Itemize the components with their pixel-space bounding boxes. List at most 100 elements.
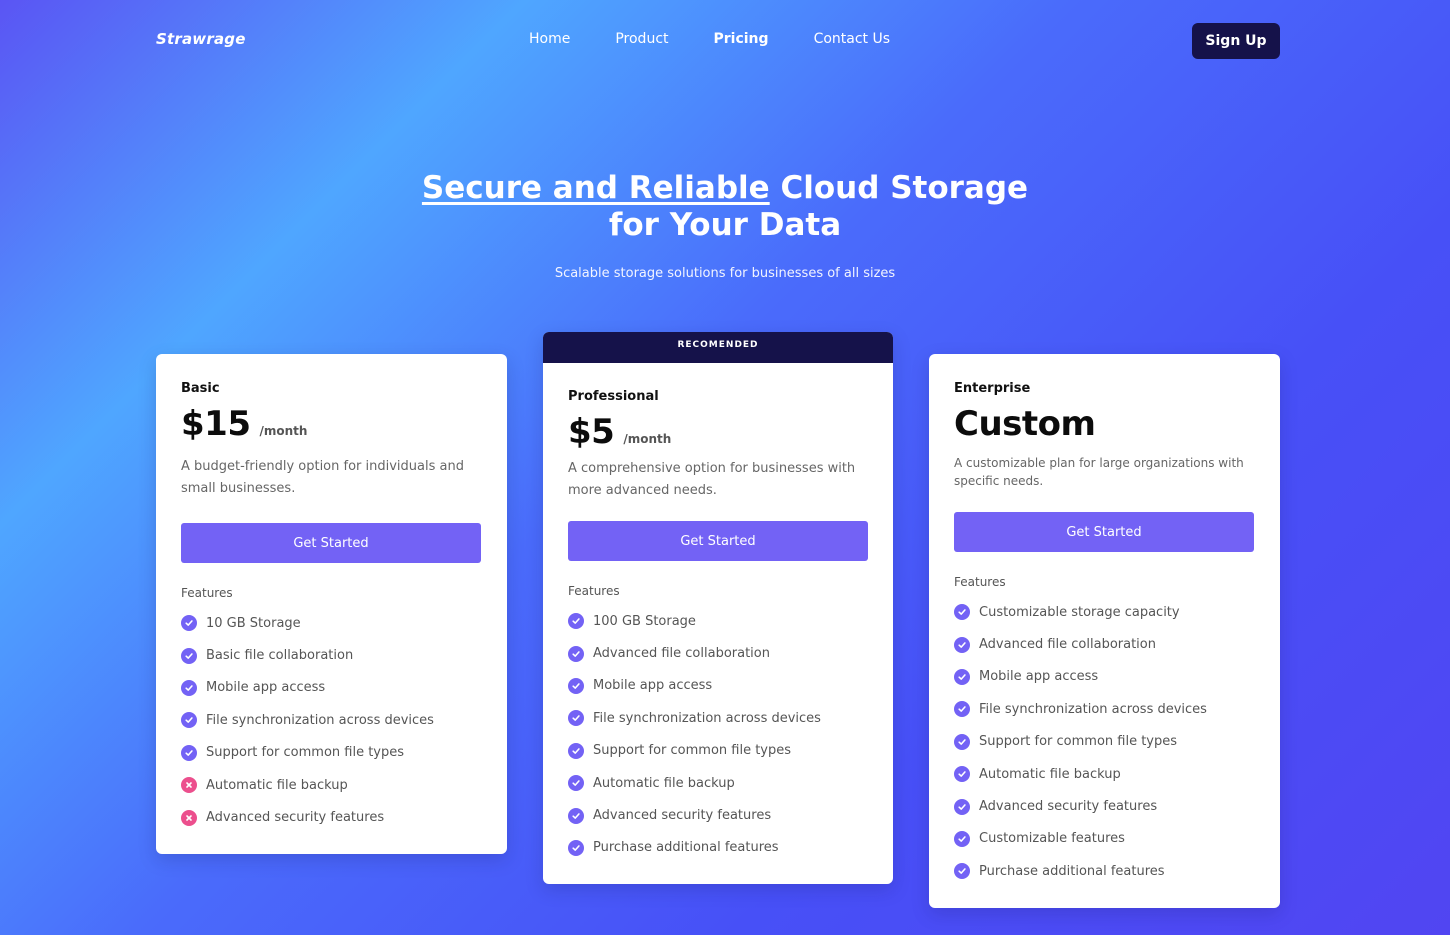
feature-item: Basic file collaboration: [181, 639, 482, 671]
price-row: Custom: [954, 404, 1255, 444]
page-subtitle: Scalable storage solutions for businesse…: [554, 266, 896, 281]
feature-label: Advanced security features: [206, 810, 385, 826]
plan-name: Enterprise: [954, 381, 1031, 396]
feature-item: Support for common file types: [954, 726, 1255, 758]
plan-name: Basic: [181, 381, 220, 396]
check-icon: [954, 636, 970, 653]
feature-item: Customizable features: [954, 823, 1255, 855]
top-nav: Strawrage Home Product Pricing Contact U…: [0, 0, 1450, 82]
get-started-button-enterprise[interactable]: Get Started: [954, 512, 1254, 552]
feature-list-professional: 100 GB Storage Advanced file collaboratio…: [568, 605, 868, 864]
feature-item: Automatic file backup: [568, 767, 868, 799]
price-row: $15 /month: [181, 404, 482, 444]
feature-label: Advanced security features: [593, 808, 772, 824]
feature-label: Automatic file backup: [206, 777, 348, 793]
get-started-button-professional[interactable]: Get Started: [568, 521, 868, 561]
check-icon: [568, 807, 584, 824]
brand-logo[interactable]: Strawrage: [156, 30, 246, 48]
price-row: $5 /month: [568, 412, 868, 452]
feature-label: 100 GB Storage: [593, 613, 696, 629]
feature-label: Customizable features: [979, 831, 1125, 847]
price-period: /month: [259, 424, 308, 438]
plan-price: $5: [568, 412, 615, 452]
check-icon: [181, 615, 197, 632]
get-started-button-basic[interactable]: Get Started: [181, 523, 481, 563]
feature-item: Automatic file backup: [181, 769, 482, 801]
cross-icon: [181, 777, 197, 794]
feature-label: Mobile app access: [979, 669, 1099, 685]
plan-description: A comprehensive option for businesses wi…: [568, 461, 856, 498]
feature-label: Purchase additional features: [979, 863, 1165, 879]
feature-label: Advanced file collaboration: [593, 646, 770, 662]
hero-section: Secure and Reliable Cloud Storage for Yo…: [0, 170, 1450, 281]
check-icon: [568, 677, 584, 694]
feature-item: Customizable storage capacity: [954, 596, 1255, 628]
check-icon: [181, 744, 197, 761]
price-period: /month: [623, 432, 672, 446]
feature-item: Advanced security features: [181, 801, 482, 833]
plan-price: Custom: [954, 404, 1096, 444]
feature-label: Customizable storage capacity: [979, 604, 1180, 620]
check-icon: [568, 613, 584, 630]
feature-label: Support for common file types: [206, 745, 405, 761]
feature-label: Automatic file backup: [979, 766, 1121, 782]
nav-link-pricing[interactable]: Pricing: [714, 31, 769, 47]
check-icon: [954, 766, 970, 783]
check-icon: [954, 830, 970, 847]
check-icon: [181, 647, 197, 664]
feature-label: Basic file collaboration: [206, 648, 354, 664]
feature-label: Advanced security features: [979, 799, 1158, 815]
feature-label: Support for common file types: [593, 743, 792, 759]
sign-up-button[interactable]: Sign Up: [1192, 23, 1280, 59]
plan-name: Professional: [568, 389, 659, 404]
feature-label: Automatic file backup: [593, 775, 735, 791]
feature-label: Mobile app access: [206, 680, 326, 696]
feature-item: Advanced file collaboration: [568, 637, 868, 669]
cross-icon: [181, 809, 197, 826]
plan-card-professional: RECOMENDED Professional $5 /month A comp…: [543, 332, 893, 884]
feature-label: Mobile app access: [593, 678, 713, 694]
feature-label: File synchronization across devices: [979, 701, 1207, 717]
feature-item: File synchronization across devices: [568, 702, 868, 734]
nav-link-product[interactable]: Product: [615, 31, 668, 47]
feature-item: Advanced security features: [568, 799, 868, 831]
feature-item: Support for common file types: [568, 735, 868, 767]
features-heading: Features: [181, 586, 233, 600]
check-icon: [954, 668, 970, 685]
feature-label: Purchase additional features: [593, 840, 779, 856]
check-icon: [181, 679, 197, 696]
feature-item: Automatic file backup: [954, 758, 1255, 790]
feature-item: Advanced security features: [954, 790, 1255, 822]
feature-item: Purchase additional features: [568, 832, 868, 864]
check-icon: [568, 775, 584, 792]
plan-card-basic: Basic $15 /month A budget-friendly optio…: [156, 354, 507, 854]
feature-item: Mobile app access: [568, 670, 868, 702]
plan-card-enterprise: Enterprise Custom A customizable plan fo…: [929, 354, 1280, 908]
feature-item: File synchronization across devices: [181, 704, 482, 736]
check-icon: [568, 710, 584, 727]
feature-item: Mobile app access: [181, 672, 482, 704]
check-icon: [568, 742, 584, 759]
title-highlight: Secure and Reliable: [421, 170, 770, 206]
feature-item: 100 GB Storage: [568, 605, 868, 637]
feature-label: 10 GB Storage: [206, 615, 301, 631]
nav-links: Home Product Pricing Contact Us: [529, 31, 935, 47]
nav-link-contact[interactable]: Contact Us: [814, 31, 890, 47]
feature-list-basic: 10 GB Storage Basic file collaboration Mob…: [181, 607, 482, 834]
feature-item: Advanced file collaboration: [954, 628, 1255, 660]
check-icon: [568, 645, 584, 662]
features-heading: Features: [568, 584, 620, 598]
feature-label: File synchronization across devices: [206, 712, 434, 728]
check-icon: [568, 839, 584, 856]
plan-description: A customizable plan for large organizati…: [954, 456, 1244, 488]
feature-item: Mobile app access: [954, 661, 1255, 693]
page-title: Secure and Reliable Cloud Storage for Yo…: [415, 170, 1035, 244]
check-icon: [954, 798, 970, 815]
feature-label: Advanced file collaboration: [979, 637, 1156, 653]
check-icon: [954, 733, 970, 750]
nav-link-home[interactable]: Home: [529, 31, 570, 47]
check-icon: [954, 701, 970, 718]
recommended-badge: RECOMENDED: [543, 332, 893, 363]
check-icon: [954, 604, 970, 621]
feature-label: Support for common file types: [979, 734, 1178, 750]
